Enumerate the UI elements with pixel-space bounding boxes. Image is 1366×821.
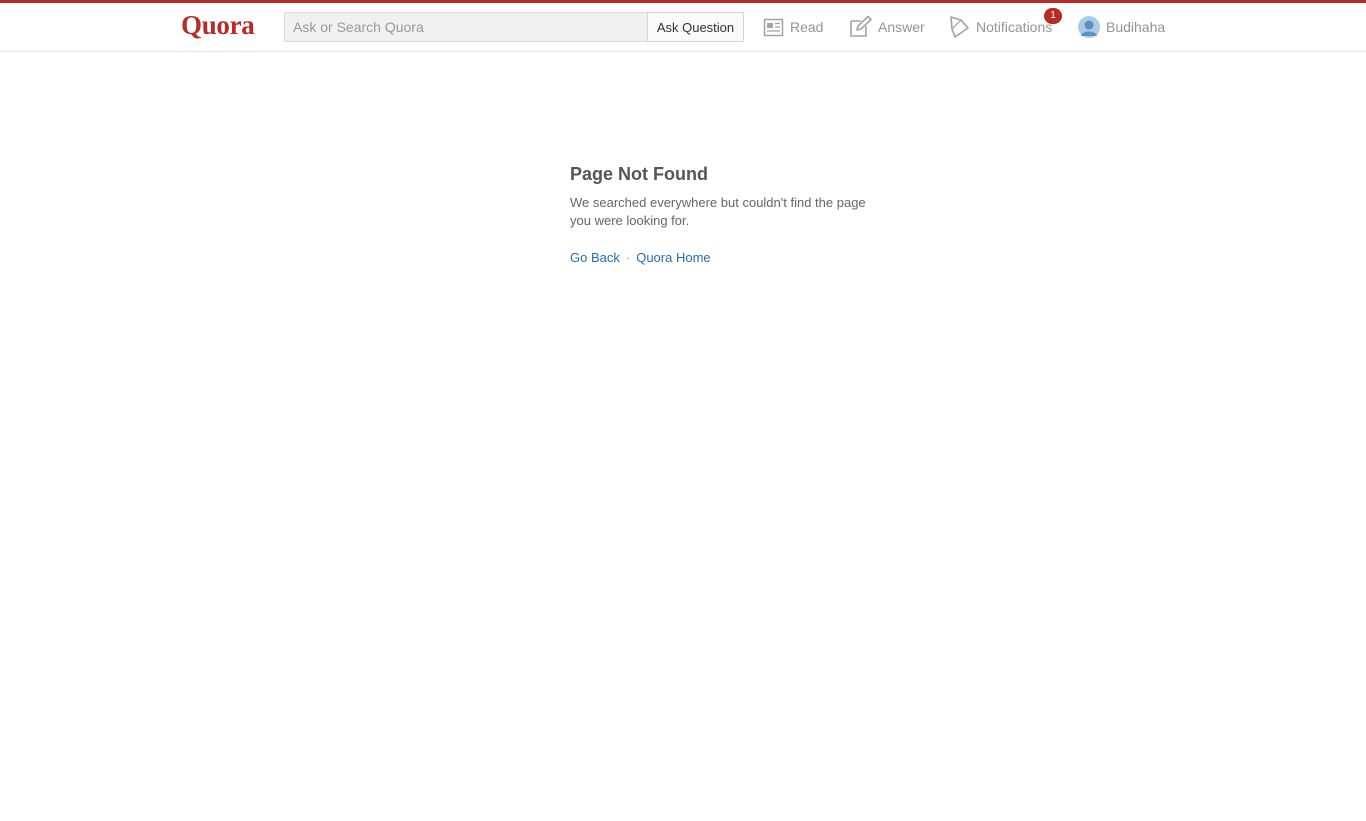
nav-read[interactable]: Read — [763, 14, 823, 40]
nav-answer[interactable]: Answer — [848, 14, 925, 40]
profile-name: Budihaha — [1106, 19, 1166, 35]
navigation-links: Go Back · Quora Home — [570, 250, 880, 265]
quora-home-link[interactable]: Quora Home — [636, 250, 710, 265]
nav-read-label: Read — [790, 19, 824, 35]
notifications-count-badge[interactable]: 1 — [1044, 8, 1062, 24]
go-back-link[interactable]: Go Back — [570, 250, 620, 265]
search-input[interactable] — [284, 12, 648, 42]
nav-profile[interactable]: Budihaha — [1078, 14, 1165, 40]
page-description: We searched everywhere but couldn't find… — [570, 195, 866, 228]
bell-icon — [949, 15, 970, 39]
nav-answer-label: Answer — [878, 19, 925, 35]
news-feed-icon — [763, 17, 784, 38]
page-title: Page Not Found — [570, 164, 708, 184]
pencil-icon — [848, 15, 872, 39]
nav-notifications[interactable]: Notifications — [949, 14, 1052, 40]
link-separator: · — [625, 250, 631, 265]
ask-question-button[interactable]: Ask Question — [647, 12, 744, 42]
nav-notifications-label: Notifications — [976, 19, 1053, 35]
quora-logo[interactable]: Quora — [181, 10, 255, 41]
page-not-found-panel: Page Not Found We searched everywhere bu… — [570, 164, 880, 265]
user-avatar — [1078, 16, 1100, 38]
